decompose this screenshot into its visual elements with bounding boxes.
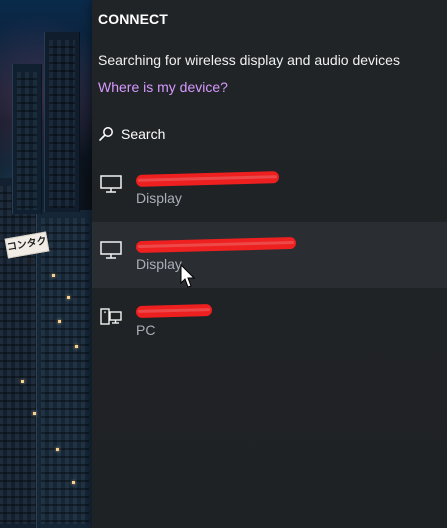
panel-title: CONNECT (98, 11, 168, 27)
window-light (33, 412, 36, 415)
redaction-mark (135, 304, 213, 318)
device-item[interactable]: Display (92, 156, 447, 222)
device-type: Display (136, 190, 182, 206)
window-light (56, 448, 59, 451)
building-windows (17, 72, 37, 210)
desktop: コンタクト CONNECT Searching for wireless dis… (0, 0, 447, 528)
pc-icon (99, 304, 123, 328)
building-windows (41, 218, 89, 524)
window-light (52, 274, 55, 277)
search-status-text: Searching for wireless display and audio… (98, 52, 400, 68)
window-light (58, 320, 61, 323)
device-item[interactable]: Display (92, 222, 447, 288)
monitor-icon (99, 172, 123, 196)
redaction-mark (135, 236, 297, 254)
device-type: Display (136, 256, 182, 272)
building-windows (49, 40, 75, 208)
where-is-my-device-link[interactable]: Where is my device? (98, 79, 228, 95)
building (36, 210, 92, 528)
monitor-icon (99, 238, 123, 262)
search-devices-button[interactable]: Search (98, 124, 165, 144)
window-light (67, 296, 70, 299)
building (12, 64, 42, 214)
device-type: PC (136, 322, 156, 338)
search-label: Search (121, 126, 166, 142)
window-light (72, 481, 75, 484)
window-light (75, 345, 78, 348)
building (44, 32, 80, 212)
city-background: コンタクト (0, 0, 92, 528)
connect-flyout: CONNECT Searching for wireless display a… (92, 0, 447, 528)
search-icon (98, 126, 114, 142)
device-item[interactable]: PC (92, 288, 447, 354)
redaction-mark (135, 171, 280, 187)
window-light (21, 380, 24, 383)
